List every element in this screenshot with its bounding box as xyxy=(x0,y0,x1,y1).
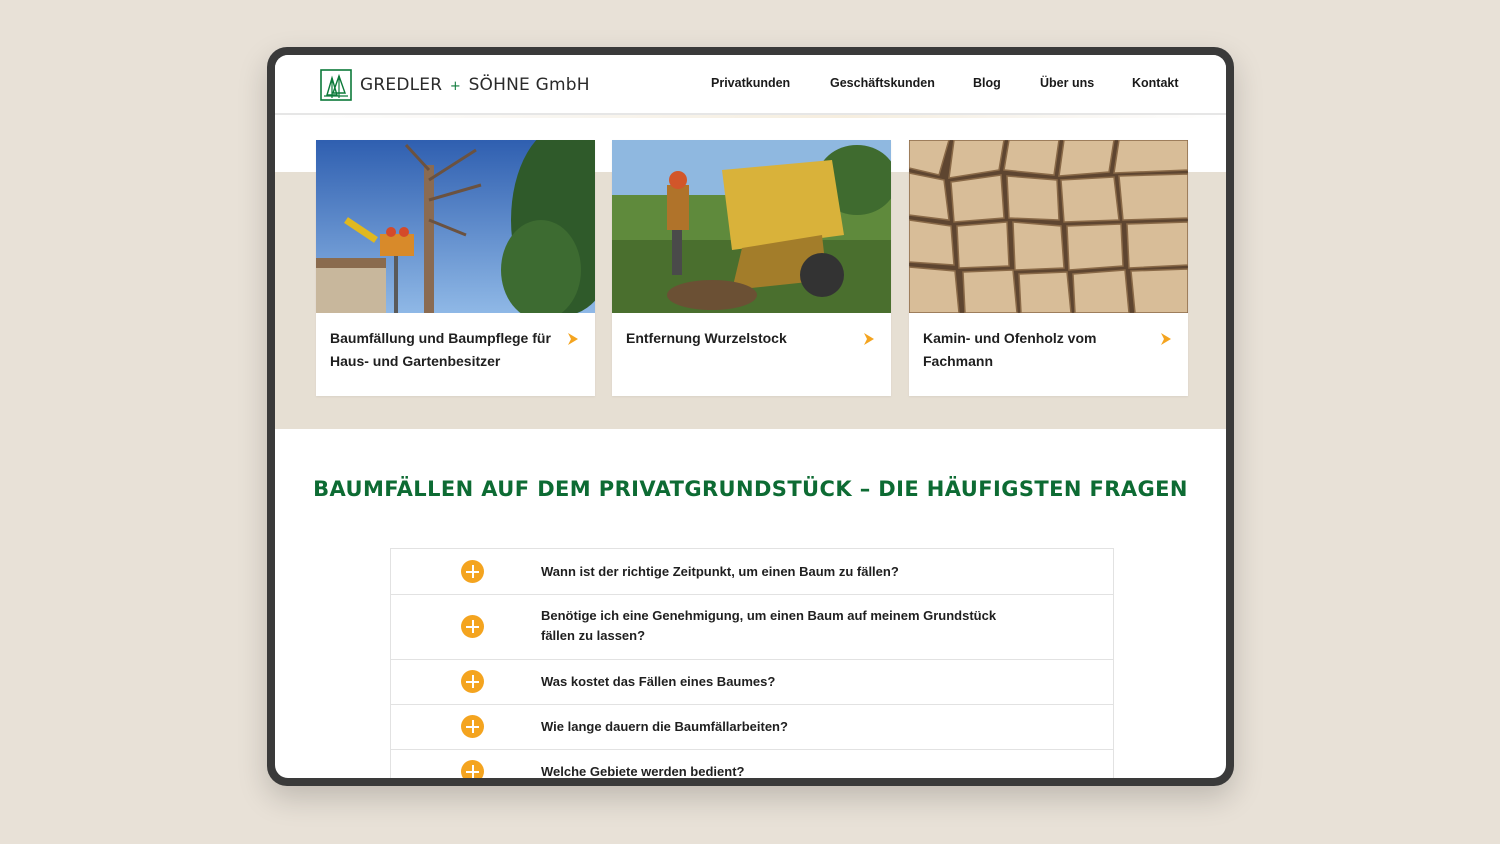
card-title: Entfernung Wurzelstock xyxy=(626,330,787,346)
faq-item[interactable]: Benötige ich eine Genehmigung, um einen … xyxy=(390,595,1114,660)
faq-question: Was kostet das Fällen eines Baumes? xyxy=(541,674,776,689)
browser-viewport: GREDLER + SÖHNE GmbH Privatkunden Geschä… xyxy=(275,55,1226,778)
plus-circle-icon[interactable] xyxy=(461,715,484,738)
faq-item[interactable]: Was kostet das Fällen eines Baumes? xyxy=(390,660,1114,705)
faq-item[interactable]: Wann ist der richtige Zeitpunkt, um eine… xyxy=(390,549,1114,595)
plus-circle-icon[interactable] xyxy=(461,560,484,583)
faq-question: Welche Gebiete werden bedient? xyxy=(541,764,745,778)
plus-circle-icon[interactable] xyxy=(461,670,484,693)
service-card-wurzelstock[interactable]: Entfernung Wurzelstock xyxy=(612,140,891,396)
site-header: GREDLER + SÖHNE GmbH Privatkunden Geschä… xyxy=(275,55,1226,115)
faq-item[interactable]: Welche Gebiete werden bedient? xyxy=(390,750,1114,778)
faq-accordion: Wann ist der richtige Zeitpunkt, um eine… xyxy=(390,548,1114,778)
card-title: Kamin- und Ofenholz vom Fachmann xyxy=(923,330,1097,369)
logo-name-2: SÖHNE GmbH xyxy=(468,75,590,95)
faq-question: Benötige ich eine Genehmigung, um einen … xyxy=(541,608,997,643)
logo-tree-icon xyxy=(320,69,352,101)
plus-circle-icon[interactable] xyxy=(461,760,484,778)
chevron-right-icon xyxy=(1161,333,1171,345)
header-image-strip xyxy=(275,115,1226,118)
logo-plus: + xyxy=(449,79,461,94)
nav-privatkunden[interactable]: Privatkunden xyxy=(711,76,790,90)
nav-geschaeftskunden[interactable]: Geschäftskunden xyxy=(830,76,935,90)
service-card-kaminholz[interactable]: Kamin- und Ofenholz vom Fachmann xyxy=(909,140,1188,396)
nav-ueber-uns[interactable]: Über uns xyxy=(1040,76,1094,90)
card-image-firewood xyxy=(909,140,1188,313)
logo-wordmark: GREDLER + SÖHNE GmbH xyxy=(360,75,590,95)
logo-name: GREDLER xyxy=(360,75,443,95)
nav-blog[interactable]: Blog xyxy=(973,76,1001,90)
plus-circle-icon[interactable] xyxy=(461,615,484,638)
device-frame: GREDLER + SÖHNE GmbH Privatkunden Geschä… xyxy=(267,47,1234,786)
faq-question: Wann ist der richtige Zeitpunkt, um eine… xyxy=(541,564,899,579)
chevron-right-icon xyxy=(568,333,578,345)
chevron-right-icon xyxy=(864,333,874,345)
card-title: Baumfällung und Baumpflege für Haus- und… xyxy=(330,330,551,369)
faq-item[interactable]: Wie lange dauern die Baumfällarbeiten? xyxy=(390,705,1114,750)
service-card-baumfaellung[interactable]: Baumfällung und Baumpflege für Haus- und… xyxy=(316,140,595,396)
card-image-stump-grinder xyxy=(612,140,891,313)
logo[interactable]: GREDLER + SÖHNE GmbH xyxy=(320,69,590,101)
nav-kontakt[interactable]: Kontakt xyxy=(1132,76,1179,90)
card-image-tree-felling xyxy=(316,140,595,313)
faq-heading: BAUMFÄLLEN AUF DEM PRIVATGRUNDSTÜCK – DI… xyxy=(313,477,1188,501)
faq-question: Wie lange dauern die Baumfällarbeiten? xyxy=(541,719,788,734)
